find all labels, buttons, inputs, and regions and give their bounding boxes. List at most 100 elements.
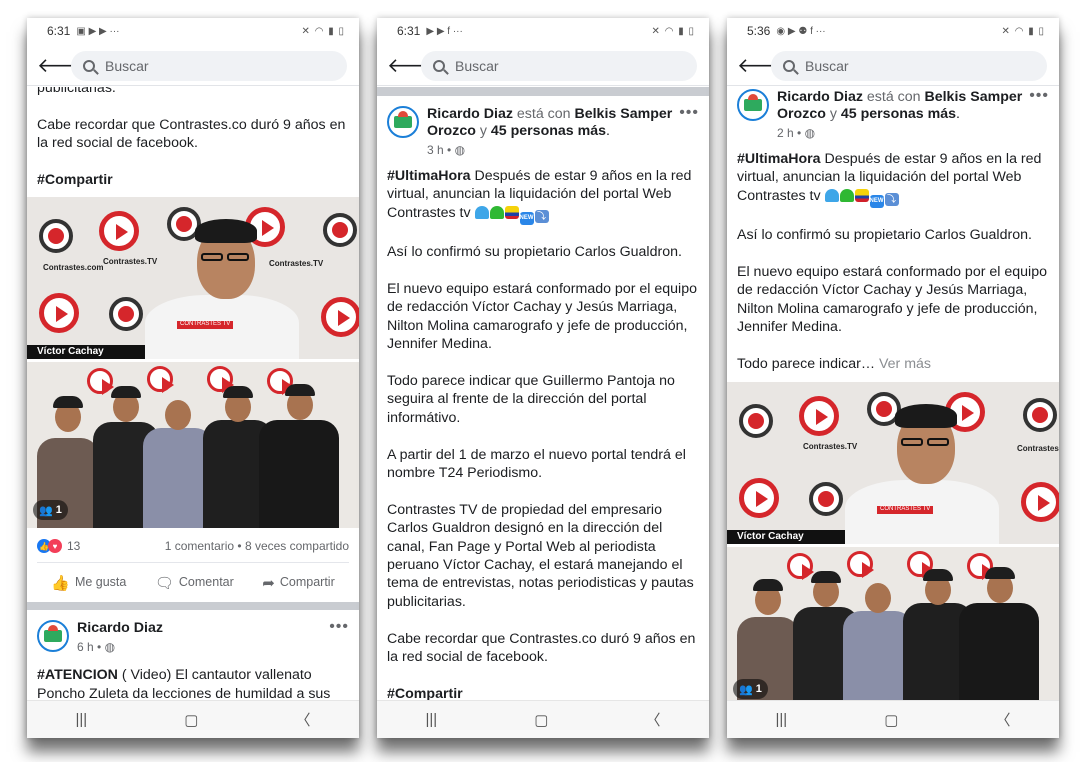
see-more-link[interactable]: Ver más (879, 356, 931, 372)
thumbs-up-icon: 👍 (51, 574, 70, 592)
like-button[interactable]: 👍 Me gusta (51, 574, 126, 592)
top-bar: 🡐 Buscar (727, 46, 1059, 86)
post-photo-interview[interactable]: Contrastes.com Contrastes.TV Contrastes.… (27, 197, 359, 360)
author-name[interactable]: Ricardo Diaz (777, 89, 863, 105)
search-input[interactable]: Buscar (771, 50, 1047, 81)
system-status-icons: ✕ ◠ ▮ ▯ (1001, 25, 1045, 37)
arrow-icon: ⤵ (534, 209, 549, 223)
hashtag-link[interactable]: #UltimaHora (737, 151, 821, 167)
brand-label: Contrastes.TV (803, 442, 858, 452)
logo-play-icon (1021, 482, 1059, 523)
phone-screen-2: 6:31 ▶ ▶ f ··· ✕ ◠ ▮ ▯ 🡐 Buscar Ricardo … (377, 18, 709, 738)
logo-globe-icon (39, 219, 73, 254)
avatar[interactable] (387, 106, 419, 138)
post-time[interactable]: 6 h • (77, 640, 101, 654)
search-icon (783, 59, 795, 72)
back-icon[interactable]: 〈 (995, 709, 1010, 730)
feed[interactable]: Ricardo Diaz está con Belkis Samper Oroz… (727, 87, 1059, 700)
comment-icon: 🗨 (154, 574, 174, 592)
post-time[interactable]: 3 h • (427, 143, 451, 157)
post-text: #ATENCION ( Video) El cantautor vallenat… (27, 666, 359, 700)
search-input[interactable]: Buscar (421, 50, 697, 81)
phone-screen-3: 5:36 ◉ ▶ ⚉ f ··· ✕ ◠ ▮ ▯ 🡐 Buscar Ricard… (727, 18, 1059, 738)
status-time: 5:36 (747, 24, 771, 38)
post-text-truncated: Todo parece indicar… (737, 356, 876, 373)
and-label: y (479, 123, 487, 139)
comment-label: Comentar (178, 574, 234, 589)
back-icon[interactable]: 〈 (295, 709, 310, 730)
hashtag-link[interactable]: #Compartir (37, 172, 113, 188)
comment-share-stats[interactable]: 1 comentario • 8 veces compartido (165, 539, 349, 553)
name-caption: Víctor Cachay (27, 345, 145, 360)
person-hair (895, 404, 957, 429)
post-photo-interview[interactable]: Contrastes.TV Contrastes CONTRASTES TV V… (727, 382, 1059, 545)
back-arrow-icon[interactable]: 🡐 (737, 53, 791, 78)
feed[interactable]: Ricardo Diaz está con Belkis Samper Oroz… (377, 87, 709, 700)
more-options-icon[interactable]: ••• (1029, 87, 1049, 105)
caption-red-tag: CONTRASTES TV (177, 321, 234, 330)
header-period: . (606, 123, 610, 139)
love-reaction-icon: ♥ (48, 539, 62, 554)
search-input[interactable]: Buscar (71, 50, 347, 81)
post-text-paragraph: Cabe recordar que Contrastes.co duró 9 a… (37, 116, 346, 152)
more-options-icon[interactable]: ••• (329, 618, 349, 636)
header-period: . (956, 106, 960, 122)
more-options-icon[interactable]: ••• (679, 104, 699, 122)
like-label: Me gusta (74, 574, 127, 589)
post-text-paragraph: Todo parece indicar que Guillermo Pantoj… (387, 373, 675, 426)
post-text-paragraph: Cabe recordar que Contrastes.co duró 9 a… (387, 630, 696, 666)
post-time[interactable]: 2 h • (777, 126, 801, 140)
colombia-flag-icon (504, 205, 519, 219)
logo-globe-icon (809, 482, 843, 517)
author-name[interactable]: Ricardo Diaz (427, 106, 513, 122)
tagged-others[interactable]: 45 personas más (841, 106, 956, 122)
post-text-paragraph: A partir del 1 de marzo el nuevo portal … (387, 446, 686, 482)
system-status-icons: ✕ ◠ ▮ ▯ (651, 25, 695, 37)
back-icon[interactable]: 〈 (645, 709, 660, 730)
top-bar: 🡐 Buscar (377, 46, 709, 86)
post-text-line: publicitarias. (37, 87, 116, 96)
tag-count-badge[interactable]: 👥 1 (33, 500, 68, 521)
home-icon[interactable]: ▢ (884, 711, 898, 729)
hashtag-link[interactable]: #UltimaHora (387, 168, 471, 184)
post-text: publicitarias. Cabe recordar que Contras… (27, 87, 359, 189)
tag-count-badge[interactable]: 👥 1 (733, 679, 768, 700)
recent-apps-icon[interactable]: ||| (76, 711, 88, 728)
post-actions: 👍 Me gusta 🗨 Comentar ➦ Compartir (37, 562, 349, 602)
glasses (927, 438, 949, 447)
with-label: está con (516, 106, 571, 122)
post-text: #UltimaHora Después de estar 9 años en l… (377, 167, 709, 700)
logo-play-icon (321, 297, 359, 338)
author-name[interactable]: Ricardo Diaz (77, 620, 349, 637)
post-photo-group[interactable]: 👥 1 (27, 362, 359, 529)
green-heart-icon (489, 205, 504, 219)
home-icon[interactable]: ▢ (184, 711, 198, 729)
home-icon[interactable]: ▢ (534, 711, 548, 729)
avatar[interactable] (737, 89, 769, 121)
new-badge-icon: NEW (519, 211, 534, 225)
reaction-summary[interactable]: 👍 ♥ 13 1 comentario • 8 veces compartido (27, 534, 359, 558)
post-text-paragraph: Así lo confirmó su propietario Carlos Gu… (387, 244, 682, 261)
tagged-others[interactable]: 45 personas más (491, 123, 606, 139)
post-photo-group[interactable]: 👥 1 (727, 547, 1059, 700)
back-arrow-icon[interactable]: 🡐 (387, 53, 441, 78)
tag-count: 1 (55, 504, 62, 517)
avatar[interactable] (37, 620, 69, 653)
tag-count: 1 (755, 683, 762, 696)
post-text-paragraph: Contrastes TV de propiedad del empresari… (387, 501, 694, 610)
system-status-icons: ✕ ◠ ▮ ▯ (301, 25, 345, 37)
arrow-icon: ⤵ (884, 192, 899, 206)
hashtag-link[interactable]: #Compartir (387, 686, 463, 700)
feed[interactable]: publicitarias. Cabe recordar que Contras… (27, 87, 359, 700)
status-time: 6:31 (397, 24, 421, 38)
group-person (259, 376, 339, 529)
top-bar: 🡐 Buscar (27, 46, 359, 86)
glasses (901, 438, 923, 447)
comment-button[interactable]: 🗨 Comentar (155, 574, 234, 592)
search-placeholder: Buscar (455, 57, 499, 74)
share-button[interactable]: ➦ Compartir (262, 574, 334, 592)
hashtag-link[interactable]: #ATENCION (37, 667, 118, 683)
recent-apps-icon[interactable]: ||| (426, 711, 438, 728)
back-arrow-icon[interactable]: 🡐 (37, 53, 91, 78)
recent-apps-icon[interactable]: ||| (776, 711, 788, 728)
